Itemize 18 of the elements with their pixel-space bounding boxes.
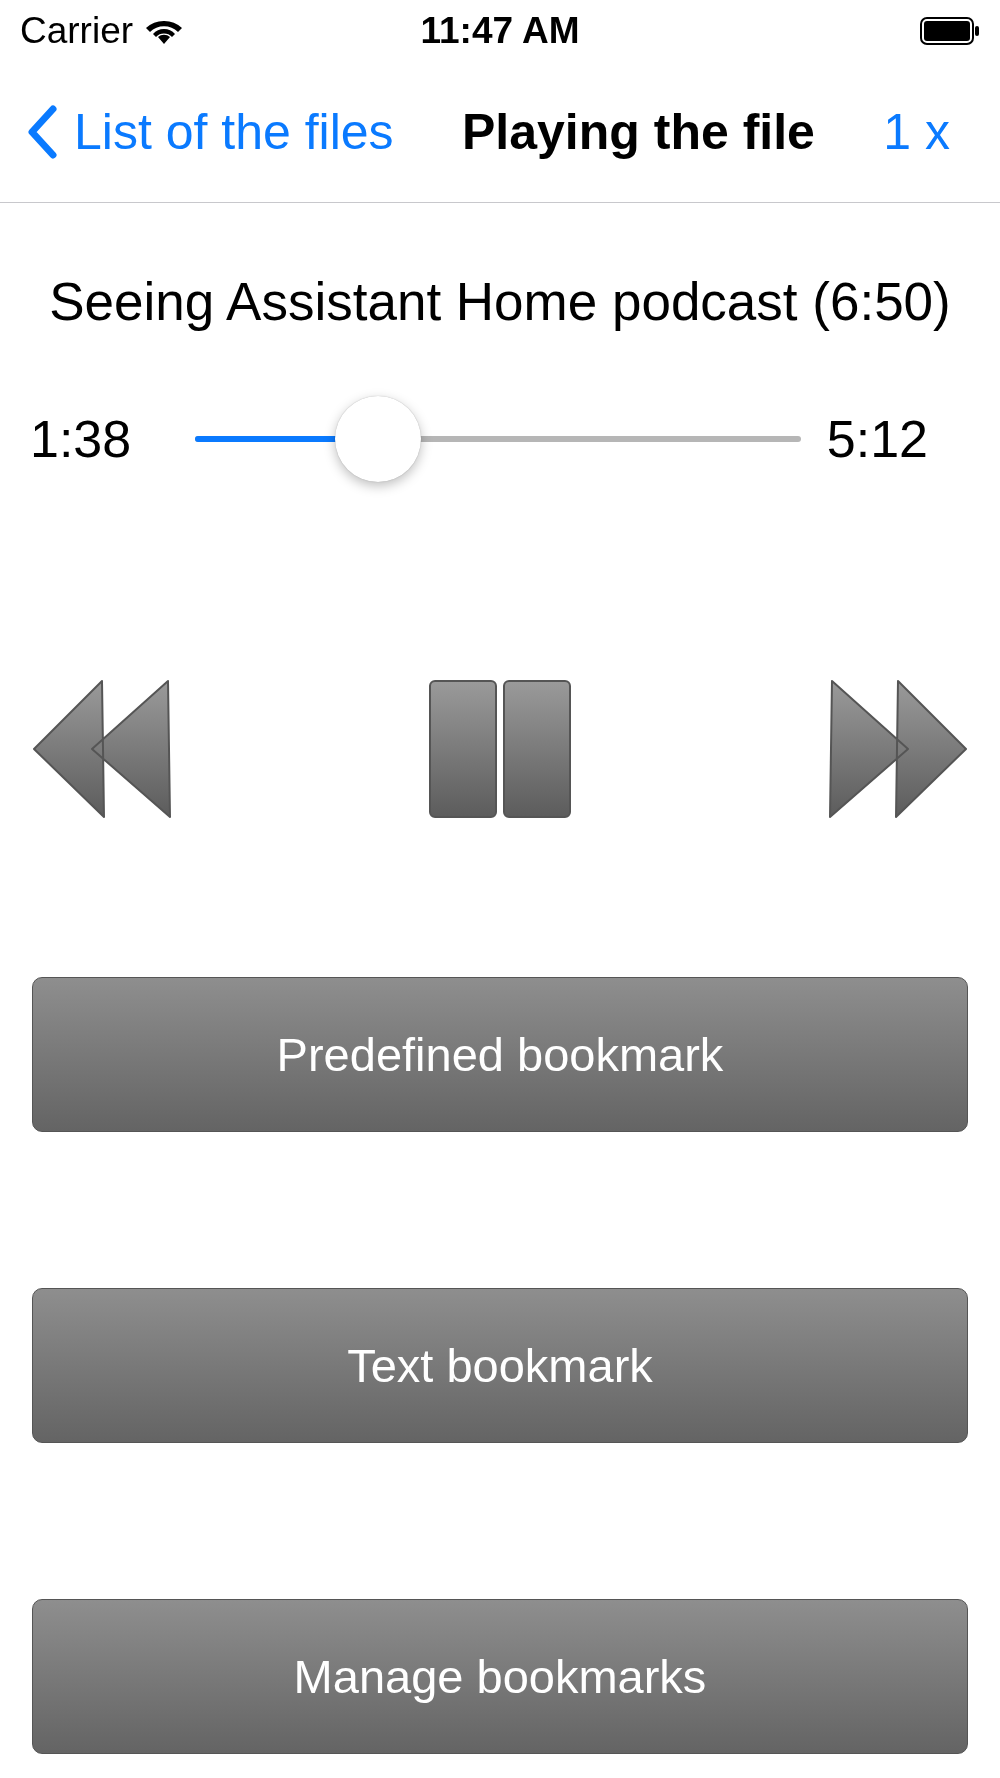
fast-forward-button[interactable] — [828, 679, 970, 819]
bookmark-button[interactable]: Predefined bookmark — [32, 977, 968, 1132]
chevron-icon — [26, 105, 58, 159]
speed-button[interactable]: 1 x — [883, 103, 950, 161]
pause-button[interactable] — [428, 679, 572, 819]
battery-icon — [920, 17, 980, 45]
bookmark-button[interactable]: Text bookmark — [32, 1288, 968, 1443]
progress-slider[interactable] — [195, 394, 801, 484]
carrier-label: Carrier — [20, 10, 134, 52]
remaining-time: 5:12 — [826, 409, 928, 469]
elapsed-time: 1:38 — [30, 409, 133, 469]
bookmark-button[interactable]: Manage bookmarks — [32, 1599, 968, 1754]
screen-title: Playing the file — [462, 103, 815, 161]
slider-thumb[interactable] — [335, 396, 422, 482]
clock-time: 11:47 AM — [420, 10, 580, 52]
back-button[interactable]: List of the files — [26, 103, 394, 161]
file-title: Seeing Assistant Home podcast (6:50) — [49, 272, 951, 331]
rewind-button[interactable] — [30, 679, 172, 819]
